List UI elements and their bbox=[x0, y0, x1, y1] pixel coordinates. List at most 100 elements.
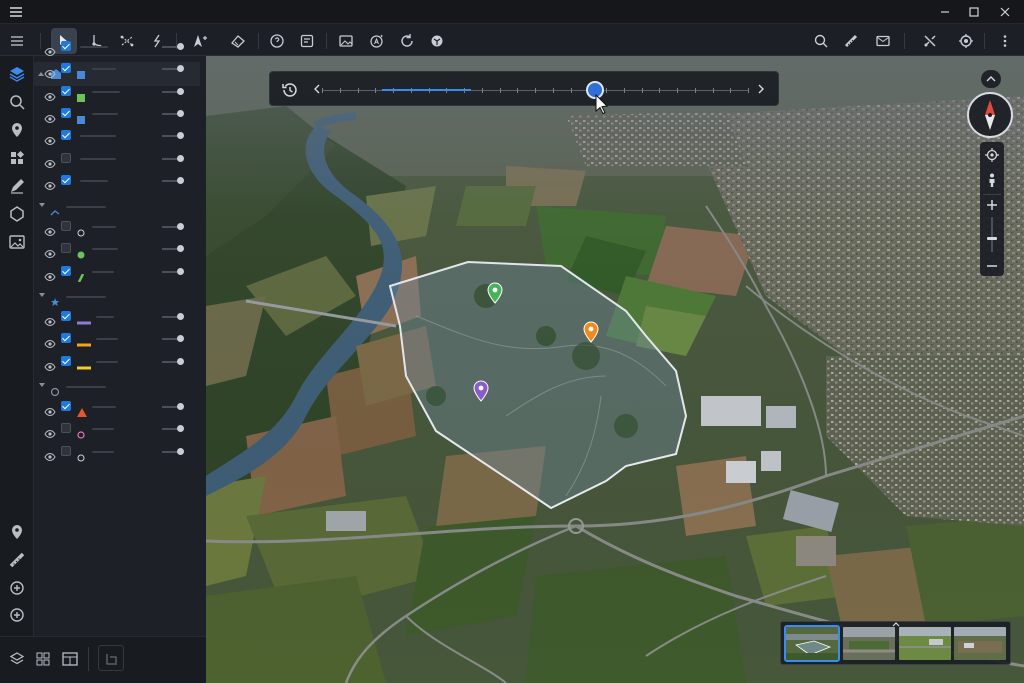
visibility-eye-icon[interactable] bbox=[44, 402, 56, 417]
opacity-slider-knob[interactable] bbox=[177, 223, 184, 230]
opacity-slider-knob[interactable] bbox=[177, 357, 184, 365]
visibility-eye-icon[interactable] bbox=[44, 176, 56, 190]
time-slider[interactable] bbox=[269, 71, 779, 106]
history-icon[interactable] bbox=[280, 80, 300, 100]
split-panel-icon[interactable] bbox=[98, 645, 124, 671]
zoom-slider-handle[interactable] bbox=[987, 237, 997, 240]
layer-group-header[interactable] bbox=[34, 198, 206, 216]
timeline-prev-icon[interactable] bbox=[312, 83, 322, 95]
filmstrip-thumb-1[interactable] bbox=[784, 625, 840, 662]
measure-area-icon[interactable] bbox=[225, 28, 251, 54]
refresh-icon[interactable] bbox=[394, 28, 420, 54]
filmstrip-thumb-3[interactable] bbox=[899, 627, 951, 660]
filmstrip-thumb-2[interactable] bbox=[843, 627, 895, 660]
maximize-icon[interactable] bbox=[963, 3, 985, 21]
layer-checkbox[interactable] bbox=[61, 152, 71, 163]
zoom-out-icon[interactable] bbox=[984, 258, 1000, 274]
tilt-up-button[interactable] bbox=[981, 70, 1001, 88]
layer-row[interactable] bbox=[34, 330, 206, 349]
layer-checkbox[interactable] bbox=[61, 265, 71, 276]
layer-row[interactable] bbox=[34, 240, 206, 259]
layer-row[interactable] bbox=[34, 150, 206, 168]
ruler-icon[interactable] bbox=[7, 550, 27, 570]
layer-checkbox[interactable] bbox=[61, 174, 71, 185]
layer-checkbox[interactable] bbox=[61, 130, 71, 141]
visibility-eye-icon[interactable] bbox=[44, 87, 56, 101]
opacity-slider-knob[interactable] bbox=[177, 267, 184, 275]
hamburger-menu-icon[interactable] bbox=[6, 3, 26, 21]
polygon-icon[interactable] bbox=[7, 204, 27, 224]
layers-icon[interactable] bbox=[7, 64, 27, 84]
layer-group-header[interactable] bbox=[34, 288, 206, 306]
opacity-slider-knob[interactable] bbox=[177, 109, 184, 117]
layer-checkbox[interactable] bbox=[61, 107, 71, 118]
image-icon[interactable] bbox=[7, 232, 27, 252]
layer-row[interactable] bbox=[34, 60, 206, 80]
visibility-eye-icon[interactable] bbox=[44, 42, 56, 57]
layer-row[interactable] bbox=[34, 443, 206, 462]
layer-checkbox[interactable] bbox=[61, 85, 71, 96]
visibility-eye-icon[interactable] bbox=[44, 131, 56, 146]
layer-checkbox[interactable] bbox=[61, 445, 71, 456]
image-icon[interactable] bbox=[333, 28, 359, 54]
pin-icon[interactable] bbox=[7, 120, 27, 140]
layer-row[interactable] bbox=[34, 105, 206, 124]
search-icon[interactable] bbox=[7, 92, 27, 112]
text-tool-icon[interactable] bbox=[364, 28, 390, 54]
table-icon[interactable] bbox=[60, 649, 80, 669]
layer-checkbox[interactable] bbox=[61, 41, 71, 51]
add-icon[interactable] bbox=[7, 605, 27, 625]
visibility-eye-icon[interactable] bbox=[44, 267, 56, 281]
visibility-eye-icon[interactable] bbox=[44, 154, 56, 168]
layers-icon[interactable] bbox=[7, 649, 27, 669]
map-pin-purple-icon[interactable] bbox=[473, 380, 489, 402]
layer-checkbox[interactable] bbox=[61, 311, 71, 321]
layer-checkbox[interactable] bbox=[61, 423, 71, 434]
sidebar-toggle-icon[interactable] bbox=[4, 28, 30, 54]
map-pin-green-icon[interactable] bbox=[487, 282, 503, 304]
opacity-slider-knob[interactable] bbox=[177, 43, 184, 50]
layer-checkbox[interactable] bbox=[61, 221, 71, 231]
opacity-slider-knob[interactable] bbox=[177, 65, 184, 73]
layer-checkbox[interactable] bbox=[61, 401, 71, 411]
opacity-slider-knob[interactable] bbox=[177, 335, 184, 343]
ruler-icon[interactable] bbox=[838, 28, 864, 54]
map-pin-orange-icon[interactable] bbox=[583, 321, 599, 343]
more-vertical-icon[interactable] bbox=[992, 28, 1018, 54]
visibility-eye-icon[interactable] bbox=[44, 312, 56, 327]
street-view-person-icon[interactable] bbox=[984, 172, 1000, 188]
visibility-eye-icon[interactable] bbox=[44, 357, 56, 371]
layer-row[interactable] bbox=[34, 263, 206, 283]
opacity-slider-knob[interactable] bbox=[177, 132, 184, 140]
visibility-eye-icon[interactable] bbox=[44, 244, 56, 259]
layer-row[interactable] bbox=[34, 127, 206, 146]
visibility-eye-icon[interactable] bbox=[44, 109, 56, 123]
opacity-slider-knob[interactable] bbox=[177, 87, 184, 95]
note-icon[interactable] bbox=[294, 28, 320, 54]
layer-row[interactable] bbox=[34, 83, 206, 102]
opacity-slider-knob[interactable] bbox=[177, 154, 184, 162]
visibility-eye-icon[interactable] bbox=[44, 222, 56, 237]
locate-icon[interactable] bbox=[984, 147, 1000, 163]
expand-caret-icon[interactable] bbox=[39, 293, 45, 297]
pin-icon[interactable] bbox=[7, 522, 27, 542]
expand-caret-icon[interactable] bbox=[39, 383, 45, 387]
locate-icon[interactable] bbox=[953, 28, 979, 54]
layer-checkbox[interactable] bbox=[61, 243, 71, 254]
visibility-eye-icon[interactable] bbox=[44, 424, 56, 439]
opacity-slider-knob[interactable] bbox=[177, 313, 184, 320]
layer-checkbox[interactable] bbox=[61, 355, 71, 366]
layer-row[interactable] bbox=[34, 308, 206, 327]
search-icon[interactable] bbox=[808, 28, 834, 54]
add-circle-icon[interactable] bbox=[7, 578, 27, 598]
opacity-slider-knob[interactable] bbox=[177, 176, 184, 184]
settings-3d-icon[interactable] bbox=[424, 28, 450, 54]
filmstrip-thumb-4[interactable] bbox=[954, 627, 1006, 660]
mail-icon[interactable] bbox=[870, 28, 896, 54]
layer-row[interactable] bbox=[34, 420, 206, 439]
draw-icon[interactable] bbox=[7, 176, 27, 196]
layer-row[interactable] bbox=[34, 218, 206, 237]
grid-icon[interactable] bbox=[7, 148, 27, 168]
expand-caret-icon[interactable] bbox=[39, 203, 45, 207]
visibility-eye-icon[interactable] bbox=[44, 447, 56, 461]
